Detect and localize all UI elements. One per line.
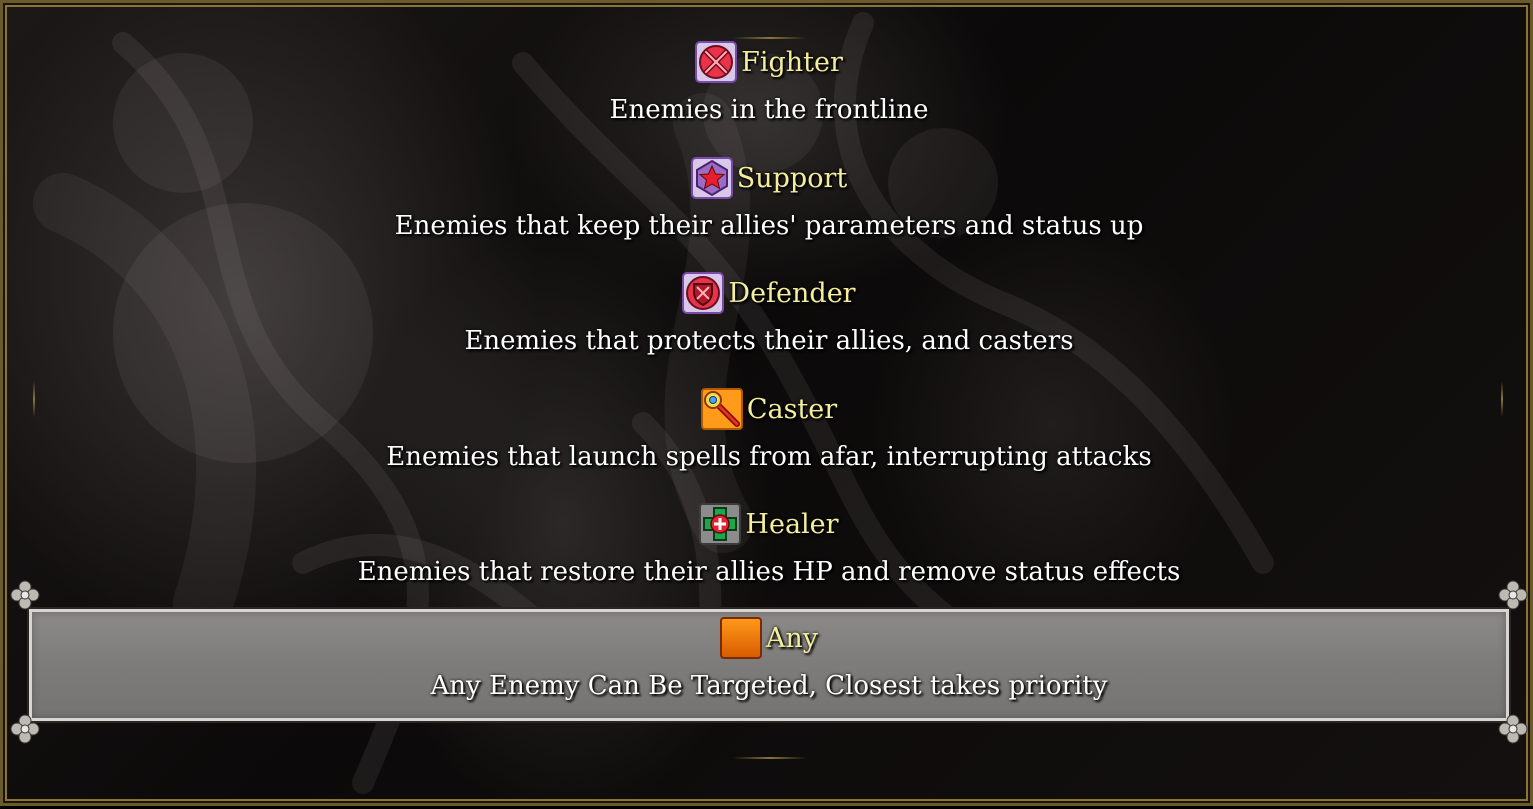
option-title: Caster <box>746 393 838 425</box>
option-title: Defender <box>728 277 856 309</box>
orange-square-icon <box>719 617 762 659</box>
option-description: Enemies in the frontline <box>609 95 929 125</box>
option-title: Support <box>736 162 848 194</box>
target-priority-window: Fighter Enemies in the frontline Support… <box>0 0 1533 806</box>
shield-icon <box>682 272 725 314</box>
option-description: Any Enemy Can Be Targeted, Closest takes… <box>430 671 1108 701</box>
option-title-row: Support <box>29 155 1509 201</box>
option-any[interactable]: Any Any Enemy Can Be Targeted, Closest t… <box>29 609 1509 721</box>
option-title-row: Any <box>32 615 1506 661</box>
option-description: Enemies that launch spells from afar, in… <box>386 442 1152 472</box>
option-support[interactable]: Support Enemies that keep their allies' … <box>29 149 1509 261</box>
option-title-row: Healer <box>29 501 1509 547</box>
option-title-row: Defender <box>29 270 1509 316</box>
option-title-row: Caster <box>29 386 1509 432</box>
option-healer[interactable]: Healer Enemies that restore their allies… <box>29 495 1509 607</box>
option-description: Enemies that restore their allies HP and… <box>357 557 1181 587</box>
option-fighter[interactable]: Fighter Enemies in the frontline <box>29 33 1509 145</box>
flower-ornament-icon <box>5 575 45 615</box>
flower-ornament-icon <box>1493 709 1533 749</box>
crossed-swords-icon <box>695 41 738 83</box>
option-description: Enemies that protects their allies, and … <box>464 326 1074 356</box>
option-caster[interactable]: Caster Enemies that launch spells from a… <box>29 380 1509 492</box>
option-title-row: Fighter <box>29 39 1509 85</box>
option-title: Any <box>765 622 819 654</box>
target-option-list: Fighter Enemies in the frontline Support… <box>3 3 1533 809</box>
flower-ornament-icon <box>1493 575 1533 615</box>
medical-cross-icon <box>699 503 742 545</box>
option-title: Fighter <box>741 46 843 78</box>
option-title: Healer <box>745 508 839 540</box>
option-description: Enemies that keep their allies' paramete… <box>394 211 1144 241</box>
star-emblem-icon <box>690 157 733 199</box>
magic-staff-icon <box>700 388 743 430</box>
option-defender[interactable]: Defender Enemies that protects their all… <box>29 264 1509 376</box>
flower-ornament-icon <box>5 709 45 749</box>
